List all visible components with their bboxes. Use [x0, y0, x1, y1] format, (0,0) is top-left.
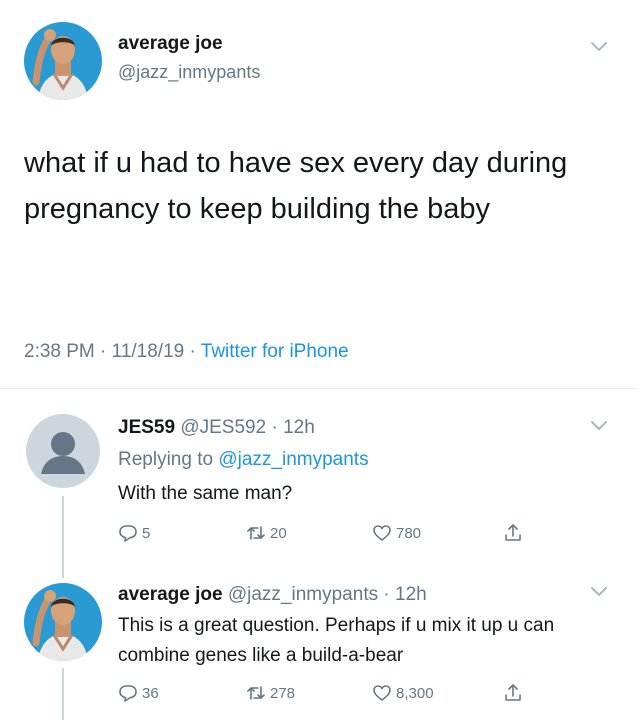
reply-text: This is a great question. Perhaps if u m… [118, 615, 555, 666]
author-handle[interactable]: @jazz_inmypants [118, 62, 260, 83]
chevron-down-icon[interactable] [590, 41, 608, 53]
retweet-button[interactable]: 20 [246, 523, 287, 543]
like-button[interactable]: 780 [372, 523, 421, 543]
tweet-source[interactable]: Twitter for iPhone [201, 341, 349, 362]
reply-text: With the same man? [118, 483, 293, 504]
reply-count: 5 [142, 524, 151, 542]
avatar-image [24, 583, 102, 661]
author-name[interactable]: average joe [118, 33, 223, 55]
reply-author-name[interactable]: average joe [118, 584, 223, 605]
default-avatar[interactable] [26, 414, 100, 488]
retweet-count: 278 [270, 684, 296, 702]
reply-age[interactable]: 12h [283, 417, 315, 438]
retweet-icon [247, 686, 265, 700]
chevron-down-icon[interactable] [590, 586, 608, 598]
heart-icon [373, 685, 391, 701]
tweet-metadata: 2:38 PM · 11/18/19 · Twitter for iPhone [24, 341, 349, 363]
replying-mention[interactable]: @jazz_inmypants [218, 449, 368, 470]
tweet-date[interactable]: 11/18/19 [112, 341, 185, 362]
replying-to: Replying to @jazz_inmypants [118, 449, 369, 471]
like-count: 780 [396, 524, 422, 542]
author-avatar[interactable] [24, 22, 102, 100]
thread-line [62, 496, 64, 578]
share-icon [505, 684, 521, 701]
meta-separator: · [184, 341, 201, 362]
meta-separator: · [94, 341, 112, 362]
reply-author-handle[interactable]: @JES592 [180, 417, 266, 438]
speech-bubble-icon [119, 525, 137, 542]
reply-author-name[interactable]: JES59 [118, 417, 175, 438]
avatar-image [24, 22, 102, 100]
retweet-icon [247, 526, 265, 540]
like-button[interactable]: 8,300 [372, 683, 434, 703]
tweet-time[interactable]: 2:38 PM [24, 341, 95, 362]
meta-separator: · [266, 417, 284, 438]
replying-prefix: Replying to [118, 449, 219, 470]
tweet-text: what if u had to have sex every day duri… [24, 147, 568, 225]
divider [0, 388, 636, 389]
thread-line [62, 668, 64, 720]
heart-icon [373, 525, 391, 541]
reply-button[interactable]: 5 [118, 523, 150, 543]
reply-count: 36 [142, 684, 159, 702]
share-button[interactable] [503, 523, 527, 543]
reply-header: average joe @jazz_inmypants · 12h [118, 584, 427, 606]
retweet-button[interactable]: 278 [246, 683, 295, 703]
retweet-count: 20 [270, 524, 287, 542]
meta-separator: · [378, 584, 395, 605]
share-icon [505, 524, 521, 541]
share-button[interactable] [503, 683, 527, 703]
chevron-down-icon[interactable] [590, 420, 608, 432]
reply-author-handle[interactable]: @jazz_inmypants [228, 584, 378, 605]
author-avatar[interactable] [24, 583, 102, 661]
like-count: 8,300 [396, 684, 434, 702]
reply-header: JES59 @JES592 · 12h [118, 417, 315, 439]
default-avatar-image [26, 414, 100, 488]
reply-age[interactable]: 12h [395, 584, 427, 605]
reply-button[interactable]: 36 [118, 683, 159, 703]
speech-bubble-icon [119, 685, 137, 702]
